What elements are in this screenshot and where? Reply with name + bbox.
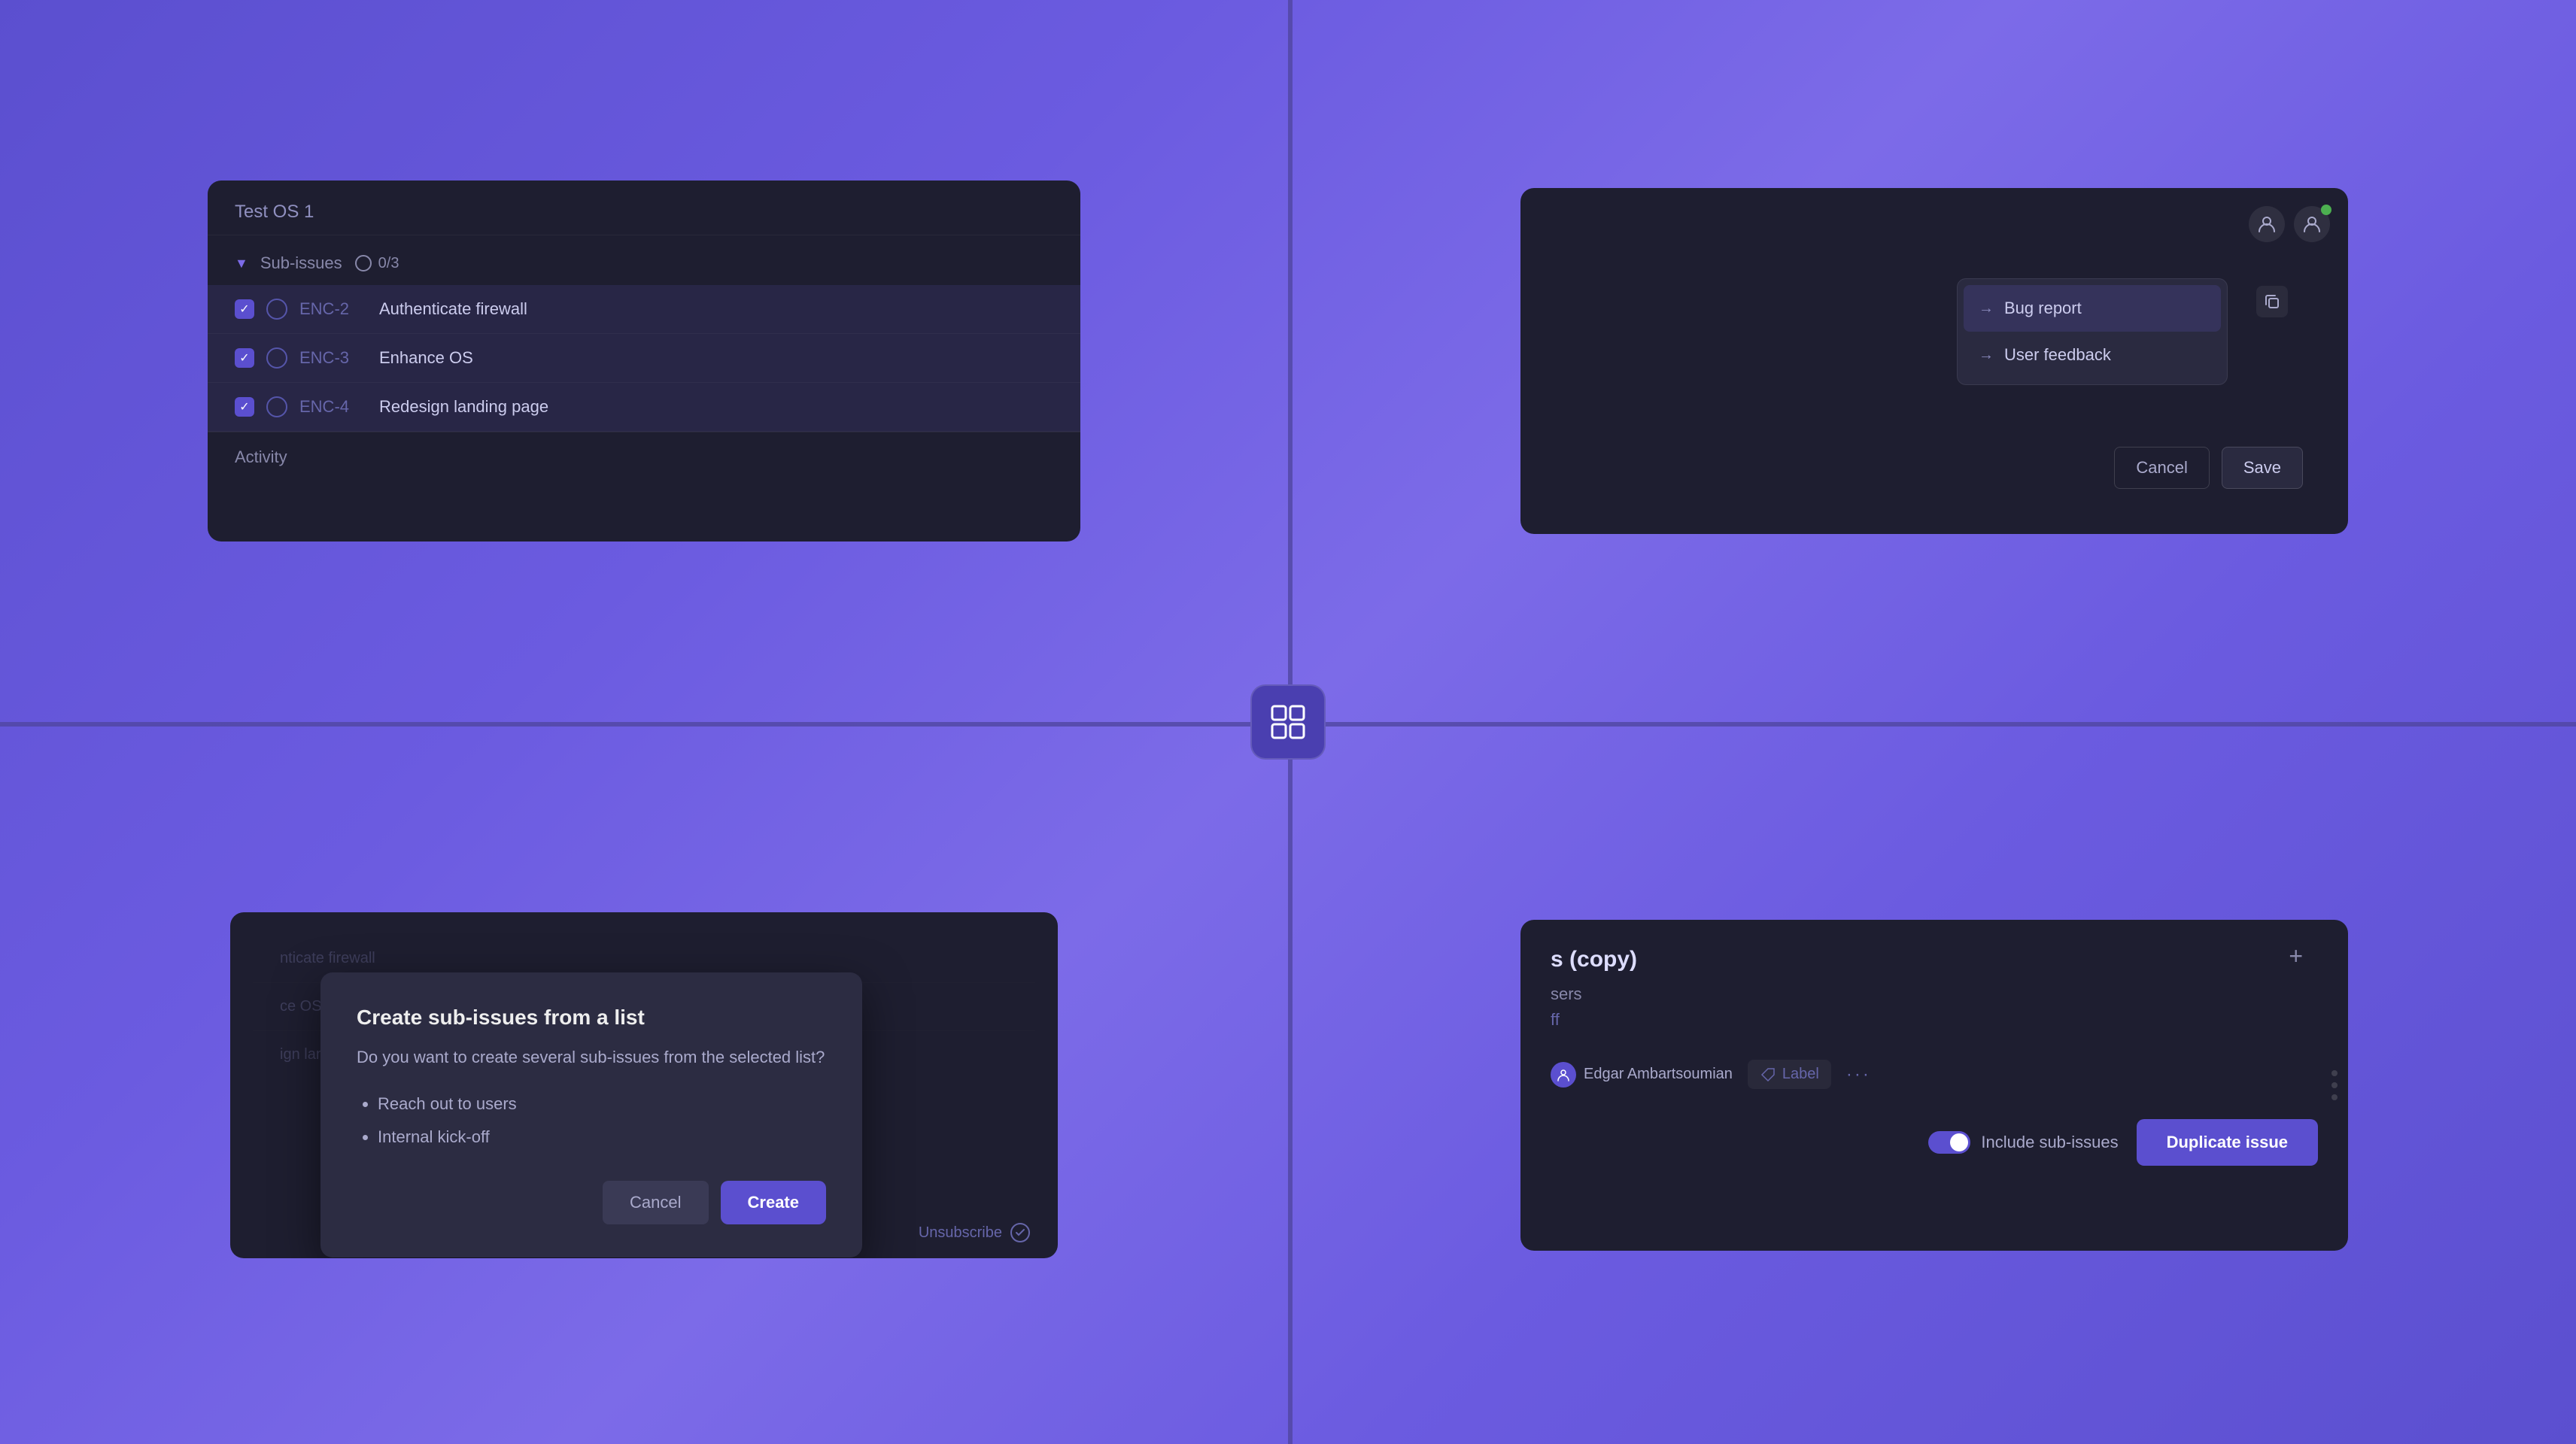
dialog-title: Create sub-issues from a list [357,1006,826,1030]
green-dot-indicator [2321,205,2331,215]
q2-top-icons [1539,206,2330,242]
include-sub-issues-toggle[interactable] [1928,1131,1970,1154]
q1-card-header: Test OS 1 [208,180,1080,235]
q4-quadrant: s (copy) sers ff + Edgar Ambartsoumian [1293,727,2576,1444]
checkbox-enc2[interactable] [235,299,254,319]
status-circle-enc4 [266,396,287,417]
type-dropdown-menu[interactable]: → Bug report → User feedback [1957,278,2228,385]
triangle-icon: ▼ [235,256,248,272]
label-text: Label [1782,1066,1819,1083]
copy-icon-button[interactable] [2256,286,2288,317]
status-circle-enc3 [266,347,287,369]
bug-report-card: → Bug report → User feedback Cancel Save [1520,188,2348,534]
issue-title-enc2: Authenticate firewall [379,299,527,319]
q3-quadrant: nticate firewall ce OS ign landing pag C… [0,727,1288,1444]
progress-text: 0/3 [378,255,399,272]
arrow-icon-feedback: → [1979,347,1994,364]
dialog-cancel-button[interactable]: Cancel [603,1181,708,1224]
sub-issues-header: ▼ Sub-issues 0/3 [208,235,1080,285]
issue-title-enc4: Redesign landing page [379,397,548,417]
q3-bottom-bar: Unsubscribe [919,1222,1031,1243]
checkbox-enc4[interactable] [235,397,254,417]
assignee-name: Edgar Ambartsoumian [1584,1066,1733,1083]
create-sub-issues-dialog: Create sub-issues from a list Do you wan… [320,972,862,1257]
save-button[interactable]: Save [2222,447,2303,489]
issue-id-enc3: ENC-3 [299,348,367,368]
include-sub-issues-toggle-row: Include sub-issues [1928,1131,2118,1154]
issue-row[interactable]: ENC-3 Enhance OS [208,334,1080,383]
dialog-create-button[interactable]: Create [721,1181,826,1224]
dialog-actions: Cancel Create [357,1181,826,1224]
unsubscribe-label[interactable]: Unsubscribe [919,1224,1002,1242]
label-field[interactable]: Label [1748,1060,1831,1089]
progress-badge: 0/3 [354,254,399,272]
dialog-list: Reach out to users Internal kick-off [378,1088,826,1154]
activity-section: Activity [208,432,1080,482]
issue-id-enc2: ENC-2 [299,299,367,319]
issue-row[interactable]: ENC-2 Authenticate firewall [208,285,1080,334]
q2-quadrant: → Bug report → User feedback Cancel Save [1293,0,2576,722]
duplicate-issue-button[interactable]: Duplicate issue [2137,1119,2318,1166]
user-avatar [1551,1062,1576,1088]
toggle-label-text: Include sub-issues [1981,1133,2118,1152]
more-options-icon[interactable]: ··· [1846,1064,1871,1085]
assignee-field[interactable]: Edgar Ambartsoumian [1551,1062,1733,1088]
sub-issues-card: Test OS 1 ▼ Sub-issues 0/3 ENC-2 Authent… [208,180,1080,542]
activity-label-text: Activity [235,447,287,466]
scroll-dot-3 [2331,1094,2338,1100]
issue-row[interactable]: ENC-4 Redesign landing page [208,383,1080,432]
sub-issues-label: Sub-issues [260,253,342,273]
issue-id-enc4: ENC-4 [299,397,367,417]
user-avatar-icon [2249,206,2285,242]
dialog-list-item-2: Internal kick-off [378,1121,826,1154]
duplicate-issue-card: s (copy) sers ff + Edgar Ambartsoumian [1520,920,2348,1251]
dropdown-item-user-feedback[interactable]: → User feedback [1964,332,2221,378]
cancel-button[interactable]: Cancel [2114,447,2209,489]
dialog-list-item-1: Reach out to users [378,1088,826,1121]
dialog-body: Do you want to create several sub-issues… [357,1045,826,1069]
q4-subtitle-2: ff [1551,1010,2318,1030]
issue-title-enc3: Enhance OS [379,348,473,368]
user-feedback-label: User feedback [2004,345,2111,365]
checkbox-enc3[interactable] [235,348,254,368]
q2-action-buttons: Cancel Save [2114,447,2303,489]
q4-subtitle-1: sers [1551,984,2318,1004]
arrow-icon-bug: → [1979,300,1994,317]
bug-report-label: Bug report [2004,299,2082,318]
q4-card-title: s (copy) [1551,947,2318,972]
create-sub-issues-card: nticate firewall ce OS ign landing pag C… [230,912,1058,1258]
header-text: Test OS 1 [235,202,314,222]
scroll-dot-1 [2331,1070,2338,1076]
status-circle-enc2 [266,299,287,320]
scroll-dot-2 [2331,1082,2338,1088]
dropdown-item-bug-report[interactable]: → Bug report [1964,285,2221,332]
scroll-indicator [2331,1070,2338,1100]
q4-meta-row: Edgar Ambartsoumian Label ··· [1551,1060,2318,1089]
center-icon-button[interactable] [1250,684,1326,760]
q4-footer: Include sub-issues Duplicate issue [1551,1119,2318,1166]
q1-quadrant: Test OS 1 ▼ Sub-issues 0/3 ENC-2 Authent… [0,0,1288,722]
add-icon[interactable]: + [2289,942,2303,970]
